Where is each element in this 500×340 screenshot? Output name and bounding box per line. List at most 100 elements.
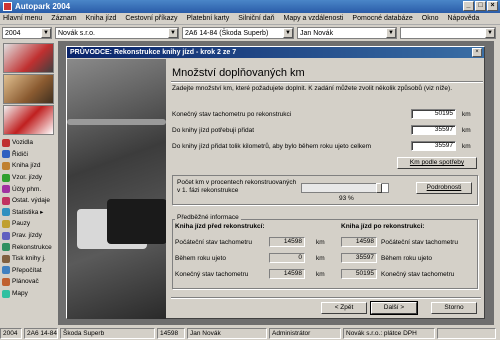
details-button[interactable]: Podrobnosti (416, 182, 472, 194)
map-icon (2, 289, 10, 298)
maximize-button[interactable]: □ (475, 1, 486, 11)
wrench-icon (2, 243, 10, 252)
after-start-label: Počáteční stav tachometru (381, 239, 458, 246)
sidebar-image-car (3, 43, 54, 73)
sidebar-item-fuel-bills[interactable]: Účty phm. (2, 183, 57, 195)
route-icon (2, 173, 10, 182)
after-title: Kniha jízd po rekonstrukci: (341, 223, 425, 230)
car-image (107, 199, 166, 244)
before-driven-value: 0 (269, 253, 305, 263)
wizard-dialog: PRŮVODCE: Rekonstrukce knihy jízd - krok… (66, 46, 485, 319)
sidebar-item-other-expenses[interactable]: Ostat. výdaje (2, 195, 57, 207)
menu-databases[interactable]: Pomocné databáze (352, 15, 412, 22)
sidebar-item-statistics[interactable]: Statistika ▸ (2, 207, 57, 219)
vehicle-select[interactable]: 2A6 14-84 (Škoda Superb) ▼ (182, 27, 294, 39)
menu-maps[interactable]: Mapy a vzdálenosti (284, 15, 344, 22)
calendar-icon (2, 277, 10, 286)
window-title: Autopark 2004 (15, 2, 71, 11)
sidebar-item-logbook[interactable]: Kniha jízd (2, 160, 57, 172)
sidebar-item-planner[interactable]: Plánovač (2, 276, 57, 288)
km-unit: km (462, 143, 471, 150)
divider (171, 81, 483, 83)
sidebar-item-print-logbook[interactable]: Tisk knihy j. (2, 253, 57, 265)
before-final-value: 14598 (269, 269, 305, 279)
menu-bar: Hlavní menu Záznam Kniha jízd Cestovní p… (0, 13, 500, 25)
status-driver: Jan Novák (187, 328, 267, 339)
repeat-icon (2, 231, 10, 240)
wizard-content: Množství doplňovaných km Zadejte množstv… (171, 59, 483, 319)
after-start-value: 14598 (341, 237, 377, 247)
fuel-icon (2, 185, 10, 194)
sidebar-item-sample-trips[interactable]: Vzor. jízdy (2, 172, 57, 184)
final-odometer-label: Konečný stav tachometru po rekonstrukci (172, 111, 292, 118)
sidebar-item-reconstruction[interactable]: Rekonstrukce (2, 241, 57, 253)
menu-road-tax[interactable]: Silniční daň (238, 15, 274, 22)
chart-icon (2, 208, 10, 217)
sidebar-item-maps[interactable]: Mapy (2, 288, 57, 300)
menu-payment-cards[interactable]: Platební karty (186, 15, 229, 22)
km-unit: km (316, 271, 325, 278)
km-unit: km (462, 127, 471, 134)
description-text: Zadejte množství km, které požadujete do… (172, 85, 452, 92)
ceiling-beam (67, 119, 166, 125)
cancel-button[interactable]: Storno (431, 302, 477, 314)
book-icon (2, 161, 10, 170)
printer-icon (2, 254, 10, 263)
before-driven-label: Během roku ujeto (175, 255, 226, 262)
dialog-close-button[interactable]: × (472, 48, 482, 57)
km-by-consumption-button[interactable]: Km podle spotřeby (397, 157, 477, 169)
chevron-down-icon: ▼ (283, 28, 293, 38)
status-year: 2004 (0, 328, 22, 339)
back-button[interactable]: < Zpět (321, 302, 367, 314)
close-button[interactable]: × (487, 1, 498, 11)
after-final-value: 50195 (341, 269, 377, 279)
company-select[interactable]: Novák s.r.o. ▼ (55, 27, 179, 39)
chevron-down-icon: ▼ (485, 28, 495, 38)
final-odometer-input[interactable]: 50195 (411, 109, 456, 119)
sidebar-nav: Vozidla Řidiči Kniha jízd Vzor. jízdy Úč… (2, 137, 57, 299)
menu-travel-orders[interactable]: Cestovní příkazy (125, 15, 177, 22)
km-unit: km (462, 111, 471, 118)
sidebar-image-documents (3, 105, 54, 135)
calculator-icon (2, 266, 10, 275)
wizard-side-image (67, 59, 166, 319)
status-odometer: 14598 (157, 328, 185, 339)
after-driven-label: Během roku ujeto (381, 255, 432, 262)
status-role: Administrátor (269, 328, 341, 339)
toolbar: 2004 ▼ Novák s.r.o. ▼ 2A6 14-84 (Škoda Sup… (0, 26, 500, 40)
km-to-add-input[interactable]: 35597 (411, 125, 456, 135)
car-icon (2, 138, 10, 147)
before-final-label: Konečný stav tachometru (175, 271, 249, 278)
menu-logbook[interactable]: Kniha jízd (86, 15, 117, 22)
percentage-slider[interactable] (301, 183, 389, 193)
sidebar-item-drivers[interactable]: Řidiči (2, 149, 57, 161)
driver-select[interactable]: Jan Novák ▼ (297, 27, 397, 39)
status-plate: 2A6 14-84 (24, 328, 58, 339)
menu-help[interactable]: Nápověda (447, 15, 479, 22)
next-button[interactable]: Další > (370, 301, 418, 315)
slider-label: Počet km v procentech rekonstruovaných v … (177, 179, 297, 194)
menu-record[interactable]: Záznam (51, 15, 76, 22)
minimize-button[interactable]: _ (463, 1, 474, 11)
before-start-value: 14598 (269, 237, 305, 247)
status-vehicle: Škoda Superb (60, 328, 155, 339)
page-title: Množství doplňovaných km (172, 67, 305, 79)
status-company: Novák s.r.o.: plátce DPH (343, 328, 435, 339)
title-bar: Autopark 2004 _ □ × (0, 0, 500, 13)
person-icon (2, 150, 10, 159)
km-unit: km (316, 255, 325, 262)
menu-main[interactable]: Hlavní menu (3, 15, 42, 22)
yearly-total-input[interactable]: 35597 (411, 141, 456, 151)
sidebar-item-recalculate[interactable]: Přepočítat (2, 265, 57, 277)
status-bar: 2004 2A6 14-84 Škoda Superb 14598 Jan No… (0, 327, 500, 340)
yearly-total-label: Do knihy jízd přidat tolik kilometrů, ab… (172, 143, 372, 150)
sidebar-item-regular-trips[interactable]: Prav. jízdy (2, 230, 57, 242)
sidebar-item-pauses[interactable]: Pauzy (2, 218, 57, 230)
extra-select[interactable]: ▼ (400, 27, 496, 39)
menu-window[interactable]: Okno (422, 15, 439, 22)
sidebar: Vozidla Řidiči Kniha jízd Vzor. jízdy Úč… (0, 41, 57, 325)
sidebar-item-vehicles[interactable]: Vozidla (2, 137, 57, 149)
year-select[interactable]: 2004 ▼ (2, 27, 52, 39)
sidebar-image-people (3, 74, 54, 104)
slider-thumb[interactable] (376, 183, 383, 193)
